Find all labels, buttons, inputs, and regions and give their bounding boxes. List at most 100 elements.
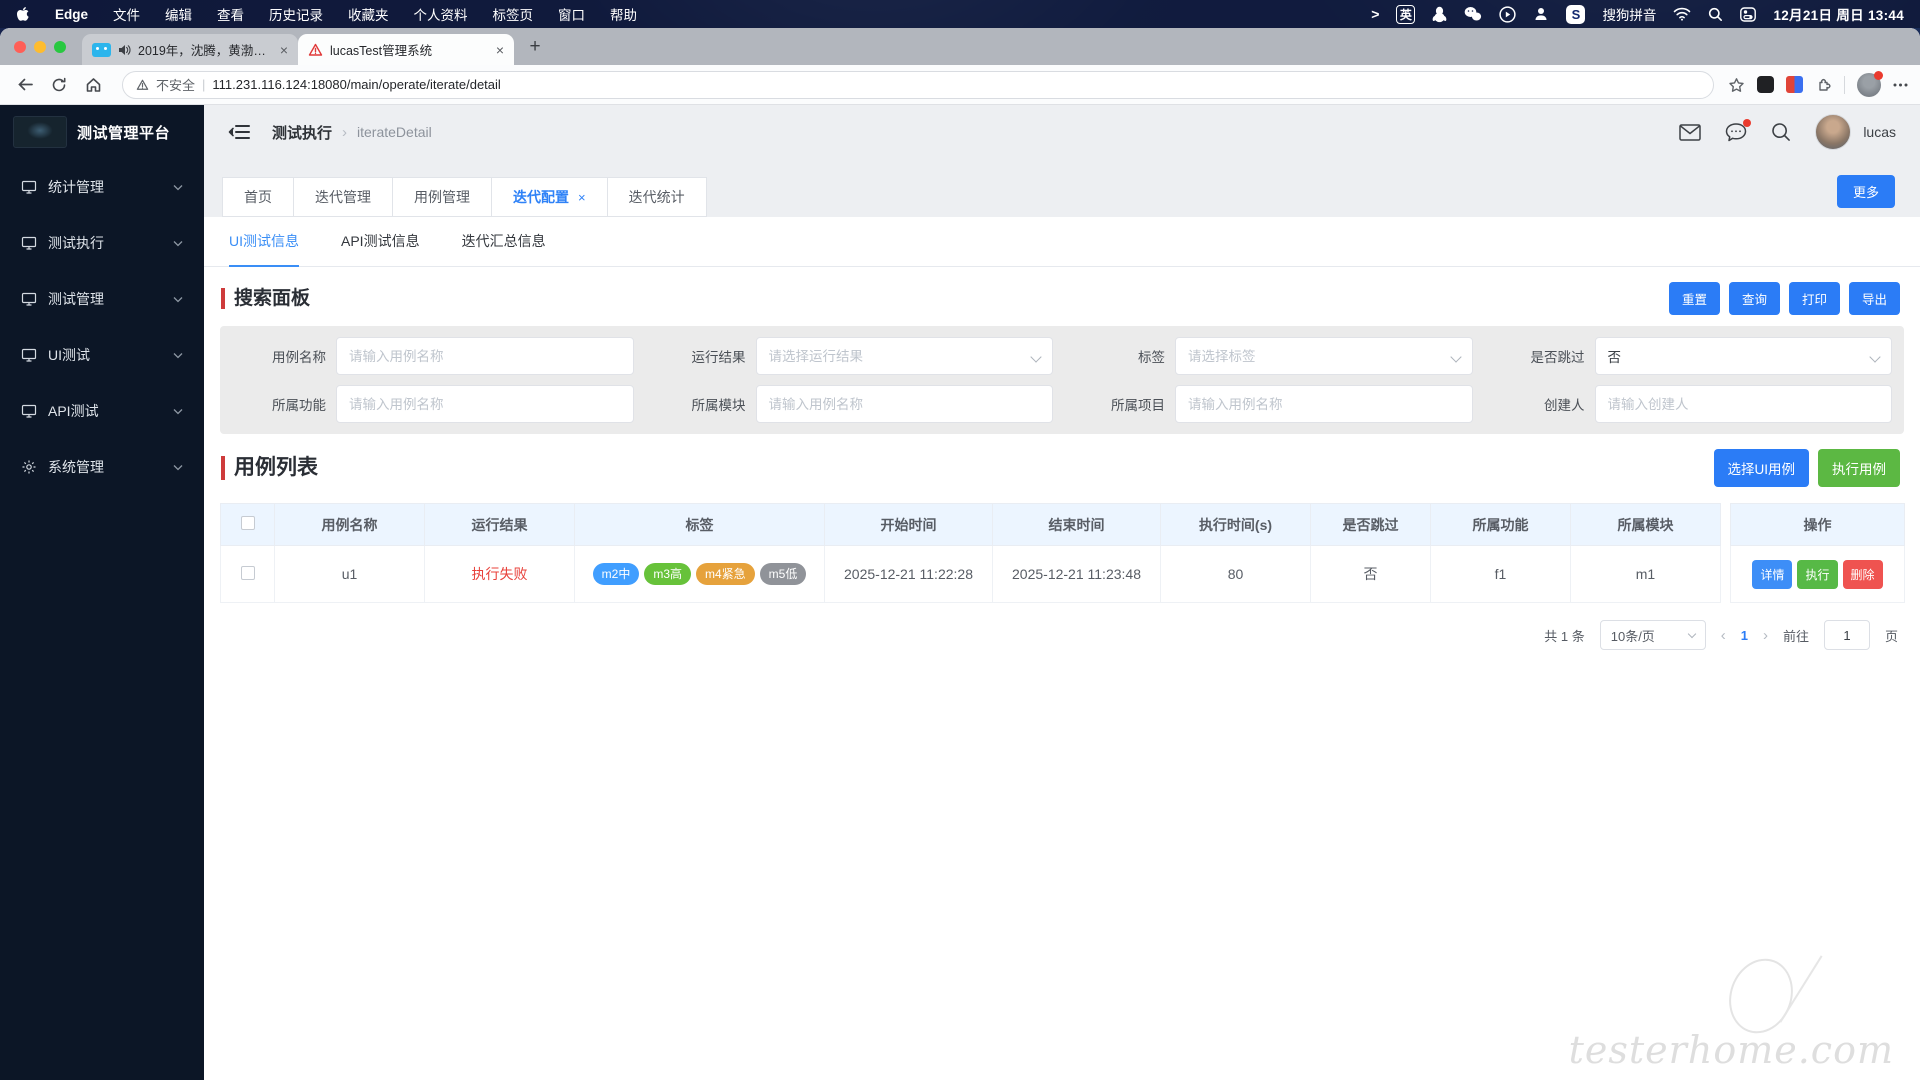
favorite-star-icon[interactable]	[1728, 77, 1745, 93]
browser-profile-avatar[interactable]	[1857, 70, 1883, 97]
menubar-item-view[interactable]: 查看	[217, 4, 244, 24]
reset-button[interactable]: 重置	[1668, 282, 1720, 315]
menubar-app-name[interactable]: Edge	[55, 7, 88, 22]
insecure-warning-icon[interactable]	[136, 79, 149, 91]
prev-page-icon[interactable]: ‹	[1721, 627, 1726, 644]
browser-tab-video[interactable]: 2019年，沈腾，黄渤联手“征… ×	[82, 34, 298, 65]
select-all-checkbox[interactable]	[240, 516, 255, 530]
menubar-item-tabs[interactable]: 标签页	[493, 4, 534, 24]
security-label[interactable]: 不安全	[156, 75, 195, 94]
run-case-button[interactable]: 执行用例	[1818, 449, 1900, 487]
control-center-icon[interactable]	[1740, 6, 1757, 22]
case-name-input[interactable]	[336, 337, 634, 375]
creator-input[interactable]	[1594, 385, 1892, 423]
play-circle-icon[interactable]	[1499, 5, 1517, 23]
sidebar-item-test-management[interactable]: 测试管理	[0, 271, 204, 327]
refresh-icon[interactable]	[44, 70, 74, 100]
field-label: 运行结果	[691, 350, 746, 365]
menubar-item-file[interactable]: 文件	[113, 4, 140, 24]
zoom-window-button[interactable]	[54, 40, 66, 53]
mail-icon[interactable]	[1679, 123, 1702, 141]
extension-redblue-icon[interactable]	[1786, 76, 1803, 93]
goto-page-input[interactable]	[1823, 620, 1870, 650]
minimize-window-button[interactable]	[34, 40, 46, 53]
function-input[interactable]	[336, 385, 634, 423]
sidebar-item-system-management[interactable]: 系统管理	[0, 439, 204, 495]
new-tab-button[interactable]: +	[522, 36, 548, 58]
collapse-sidebar-icon[interactable]	[228, 124, 250, 140]
execute-button[interactable]: 执行	[1797, 559, 1838, 589]
detail-button[interactable]: 详情	[1752, 559, 1793, 589]
tab-home[interactable]: 首页	[222, 177, 294, 217]
delete-button[interactable]: 删除	[1842, 559, 1883, 589]
back-icon[interactable]	[10, 70, 40, 100]
module-input[interactable]	[755, 385, 1053, 423]
subtab-iteration-summary[interactable]: 迭代汇总信息	[462, 217, 546, 267]
user-avatar[interactable]	[1815, 114, 1852, 150]
query-button[interactable]: 查询	[1728, 282, 1780, 315]
sogou-icon[interactable]: S	[1566, 4, 1586, 24]
sidebar-item-api-test[interactable]: API测试	[0, 383, 204, 439]
col-run-result: 运行结果	[424, 503, 575, 546]
apple-icon[interactable]	[16, 6, 30, 22]
search-panel-title: 搜索面板	[221, 287, 310, 310]
menubar-item-history[interactable]: 历史记录	[269, 4, 323, 24]
wifi-icon[interactable]	[1673, 7, 1691, 21]
tab-close-icon[interactable]: ×	[280, 42, 288, 58]
menubar-clock[interactable]: 12月21日 周日 13:44	[1773, 4, 1904, 24]
message-icon[interactable]	[1725, 118, 1752, 142]
subtab-api-test-info[interactable]: API测试信息	[341, 217, 420, 267]
extensions-puzzle-icon[interactable]	[1815, 76, 1832, 93]
tab-iteration-config[interactable]: 迭代配置 ×	[491, 177, 608, 217]
run-result-select[interactable]	[755, 337, 1053, 375]
menubar-item-window[interactable]: 窗口	[558, 4, 585, 24]
app-logo: 测试管理平台	[0, 105, 204, 159]
search-icon[interactable]	[1771, 122, 1791, 142]
menubar-item-favorites[interactable]: 收藏夹	[348, 4, 389, 24]
tag-select[interactable]	[1175, 337, 1473, 375]
close-icon[interactable]: ×	[578, 190, 586, 205]
spotlight-search-icon[interactable]	[1708, 7, 1723, 22]
page-number[interactable]: 1	[1741, 628, 1748, 643]
wechat-icon[interactable]	[1464, 6, 1482, 22]
row-checkbox[interactable]	[240, 565, 255, 580]
skip-select[interactable]	[1594, 337, 1892, 375]
breadcrumb-section[interactable]: 测试执行	[272, 122, 332, 143]
divider: |	[202, 77, 206, 92]
qq-icon[interactable]	[1432, 6, 1447, 23]
export-button[interactable]: 导出	[1848, 282, 1900, 315]
browser-menu-icon[interactable]	[1893, 83, 1908, 87]
address-bar[interactable]: 不安全 | 111.231.116.124:18080/main/operate…	[122, 70, 1714, 99]
cell-case-name: u1	[274, 545, 425, 603]
ime-name[interactable]: 搜狗拼音	[1602, 4, 1656, 24]
input-method-icon[interactable]: 英	[1396, 4, 1416, 24]
browser-tab-active[interactable]: lucasTest管理系统 ×	[298, 34, 514, 65]
more-button[interactable]: 更多	[1836, 175, 1895, 208]
user-menu-icon[interactable]	[1533, 6, 1549, 22]
tab-iteration-statistics[interactable]: 迭代统计	[606, 177, 707, 217]
page-tabbar: 首页 迭代管理 用例管理 迭代配置 × 迭代统计 更多	[204, 159, 1920, 217]
print-button[interactable]: 打印	[1788, 282, 1840, 315]
audio-playing-icon[interactable]	[118, 44, 131, 56]
extension-dark-icon[interactable]	[1757, 76, 1774, 93]
close-window-button[interactable]	[14, 40, 26, 53]
tab-close-icon[interactable]: ×	[496, 42, 504, 58]
monitor-icon	[21, 403, 37, 419]
sidebar-item-ui-test[interactable]: UI测试	[0, 327, 204, 383]
project-input[interactable]	[1175, 385, 1473, 423]
menubar-item-edit[interactable]: 编辑	[165, 4, 192, 24]
tab-case-management[interactable]: 用例管理	[392, 177, 492, 217]
menubar-item-profile[interactable]: 个人资料	[414, 4, 468, 24]
sidebar-item-statistics[interactable]: 统计管理	[0, 159, 204, 215]
sidebar-item-test-execution[interactable]: 测试执行	[0, 215, 204, 271]
home-icon[interactable]	[78, 70, 108, 100]
menubar-item-help[interactable]: 帮助	[610, 4, 637, 24]
username[interactable]: lucas	[1863, 124, 1896, 140]
tab-iteration-management[interactable]: 迭代管理	[293, 177, 393, 217]
hidden-icons-chevron-icon[interactable]: >	[1371, 6, 1379, 22]
subtab-ui-test-info[interactable]: UI测试信息	[229, 217, 299, 267]
select-ui-case-button[interactable]: 选择UI用例	[1713, 449, 1809, 487]
url-text[interactable]: 111.231.116.124:18080/main/operate/itera…	[212, 77, 500, 92]
page-size-select[interactable]: 10条/页	[1599, 620, 1706, 650]
next-page-icon[interactable]: ›	[1763, 627, 1768, 644]
